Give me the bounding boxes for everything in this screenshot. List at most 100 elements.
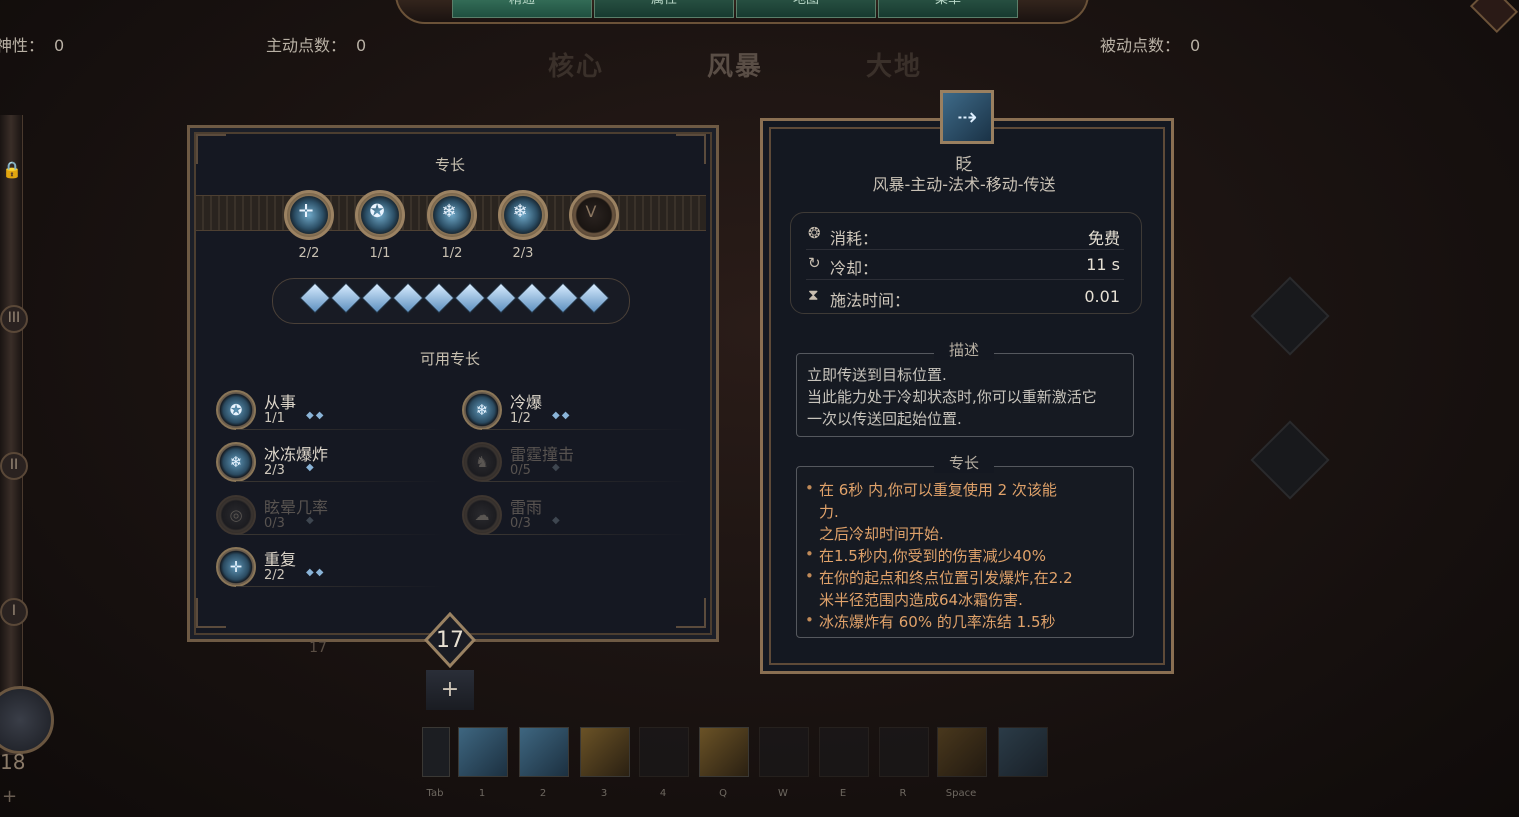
divider (236, 481, 444, 482)
clock-rune-icon: ✛ (216, 547, 256, 587)
hotkey-label: Space (945, 788, 977, 799)
description-box: 立即传送到目标位置. 当此能力处于冷却状态时,你可以重新激活它 一次以传送回起始… (796, 353, 1134, 437)
spec-skill-row[interactable]: ☁ 雷雨 0/3 ◆ (462, 491, 690, 535)
tab-map[interactable]: 地图 (736, 0, 876, 18)
tab-mastery[interactable]: 精通 (452, 0, 592, 18)
spec-node-5-locked[interactable]: V (569, 190, 619, 240)
spec-point-gem (485, 282, 517, 314)
spec-node-3[interactable]: ❄ 1/2 (427, 190, 477, 261)
spec-skill-row[interactable]: ❄ 冷爆 1/2 ◆◆ (462, 386, 690, 430)
divider (236, 586, 444, 587)
rune-icon: ✪ (216, 390, 256, 430)
bullet: • (805, 567, 814, 585)
empty-slot-icon[interactable] (759, 727, 809, 777)
stun-icon: ◎ (216, 495, 256, 535)
spec-skill-name: 从事 (264, 393, 297, 412)
spec-node-1[interactable]: ✛ 2/2 (284, 190, 334, 261)
plus-icon: + (440, 677, 460, 702)
locked-v-icon: V (585, 202, 597, 221)
small-level-badge: 17 (309, 640, 327, 656)
description-line: 一次以传送回起始位置. (807, 410, 962, 428)
spec-skill-count: 0/3 (264, 516, 285, 531)
spec-skill-cost: ◆◆ (552, 410, 572, 421)
blink-skill-icon[interactable] (458, 727, 508, 777)
bullet: • (805, 611, 814, 629)
stat-label: 施法时间： (830, 291, 911, 310)
staff-icon[interactable] (580, 727, 630, 777)
hotkey-label: 4 (659, 788, 667, 799)
ring-icon[interactable] (699, 727, 749, 777)
spec-skill-count: 2/2 (264, 568, 285, 583)
available-spec-title: 可用专长 (419, 350, 480, 368)
stat-value: 0.01 (1084, 287, 1120, 306)
ice-shards-icon[interactable] (519, 727, 569, 777)
stat-value: 免费 (1087, 229, 1120, 248)
spec-node-count: 2/2 (298, 246, 320, 261)
spec-point-gem (454, 282, 486, 314)
stat-cost: ❂ 消耗： 免费 (806, 221, 1124, 250)
spec-skill-row[interactable]: ❄ 冰冻爆炸 2/3 ◆ (216, 438, 444, 482)
lock-icon: 🔒 (2, 160, 22, 179)
spec-skill-row[interactable]: ✪ 从事 1/1 ◆◆ (216, 386, 444, 430)
spec-effect-line: 在 6秒 内,你可以重复使用 2 次该能 (819, 481, 1057, 499)
snowflake-icon: ❄ (512, 201, 528, 222)
spec-skill-cost: ◆ (552, 462, 562, 473)
panel-corner-ornament (676, 134, 706, 164)
spec-point-gem (423, 282, 455, 314)
tree-tab-earth[interactable]: 大地 (866, 46, 922, 83)
passive-node[interactable] (1250, 276, 1330, 356)
tree-tab-core[interactable]: 核心 (548, 46, 604, 83)
spec-skill-name: 冰冻爆炸 (264, 445, 329, 464)
spec-node-count: 1/1 (369, 246, 391, 261)
hotkey-label: R (899, 788, 907, 799)
mastery-add-button[interactable]: + (2, 786, 17, 807)
spec-skill-count: 1/2 (510, 411, 531, 426)
divider (482, 429, 690, 430)
dash-skill-icon[interactable] (937, 727, 987, 777)
spec-skill-row[interactable]: ♞ 雷霆撞击 0/5 ◆ (462, 438, 690, 482)
specialization-title: 专长 (434, 156, 465, 174)
empty-slot-icon[interactable] (819, 727, 869, 777)
hotkey-label: Tab (426, 788, 444, 799)
tab-menu[interactable]: 菜单 (878, 0, 1018, 18)
spec-skill-name: 重复 (264, 550, 297, 569)
cooldown-icon: ↻ (808, 254, 821, 272)
empty-slot-icon[interactable] (639, 727, 689, 777)
close-icon[interactable] (1469, 0, 1519, 34)
spec-point-gem (578, 282, 610, 314)
stat-cast-time: ⧗ 施法时间： 0.01 (806, 283, 1124, 311)
mastery-orb (0, 686, 54, 754)
spec-skill-name: 眩晕几率 (264, 498, 329, 517)
passive-points-stat: 被动点数： 0 (1100, 36, 1201, 55)
spec-skill-row[interactable]: ✛ 重复 2/2 ◆◆ (216, 543, 444, 587)
spec-skill-name: 冷爆 (510, 393, 543, 412)
mastery-progress-bar (0, 115, 23, 755)
spec-skill-row[interactable]: ◎ 眩晕几率 0/3 ◆ (216, 491, 444, 535)
spec-node-4[interactable]: ❄ 2/3 (498, 190, 548, 261)
add-spec-slot[interactable]: + (426, 670, 474, 710)
tab-attributes[interactable]: 属性 (594, 0, 734, 18)
description-title: 描述 (934, 339, 994, 360)
panel-corner-ornament (676, 598, 706, 628)
spec-point-gem (516, 282, 548, 314)
potion-icon[interactable] (998, 727, 1048, 777)
divider (236, 429, 444, 430)
passive-node[interactable] (1250, 420, 1330, 500)
tree-tab-storm[interactable]: 风暴 (707, 46, 763, 83)
spec-effect-line: 在1.5秒内,你受到的伤害减少40% (819, 547, 1046, 565)
spec-skill-name: 雷霆撞击 (510, 445, 575, 464)
tab-icon[interactable] (422, 727, 450, 777)
hotkey-label: 3 (600, 788, 608, 799)
spec-node-count: 1/2 (441, 246, 463, 261)
spec-node-2[interactable]: ✪ 1/1 (355, 190, 405, 261)
hourglass-icon: ⧗ (808, 286, 819, 304)
hotkey-label: E (839, 788, 847, 799)
hotkey-label: W (778, 788, 788, 799)
panel-corner-ornament (196, 598, 226, 628)
divider (236, 534, 444, 535)
spec-skill-name: 雷雨 (510, 498, 543, 517)
empty-slot-icon[interactable] (879, 727, 929, 777)
spec-effect-line: 之后冷却时间开始. (819, 525, 944, 543)
spec-skill-cost: ◆◆ (306, 410, 326, 421)
description-line: 立即传送到目标位置. (807, 366, 947, 384)
